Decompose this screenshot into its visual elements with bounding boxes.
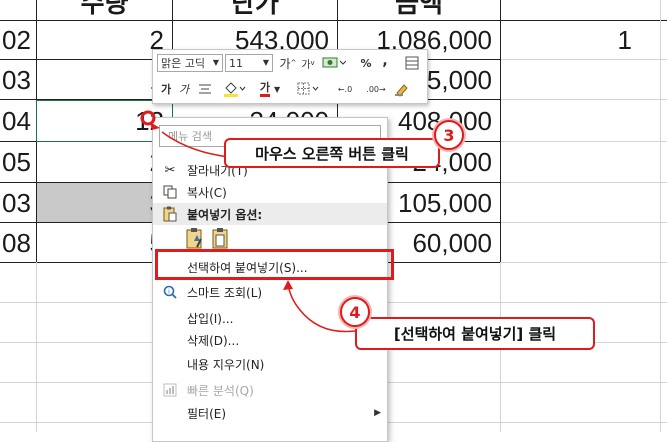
arrowhead (150, 122, 160, 130)
step4-badge: 4 (340, 297, 370, 327)
click-marker (140, 110, 156, 126)
step4-label: [선택하여 붙여넣기] 클릭 (355, 317, 595, 350)
highlight-paste-special (155, 249, 394, 280)
step3-label: 마우스 오른쪽 버튼 클릭 (224, 138, 440, 168)
annotation-arrows (140, 110, 359, 333)
step3-badge: 3 (434, 120, 464, 150)
arrowhead (283, 280, 293, 290)
